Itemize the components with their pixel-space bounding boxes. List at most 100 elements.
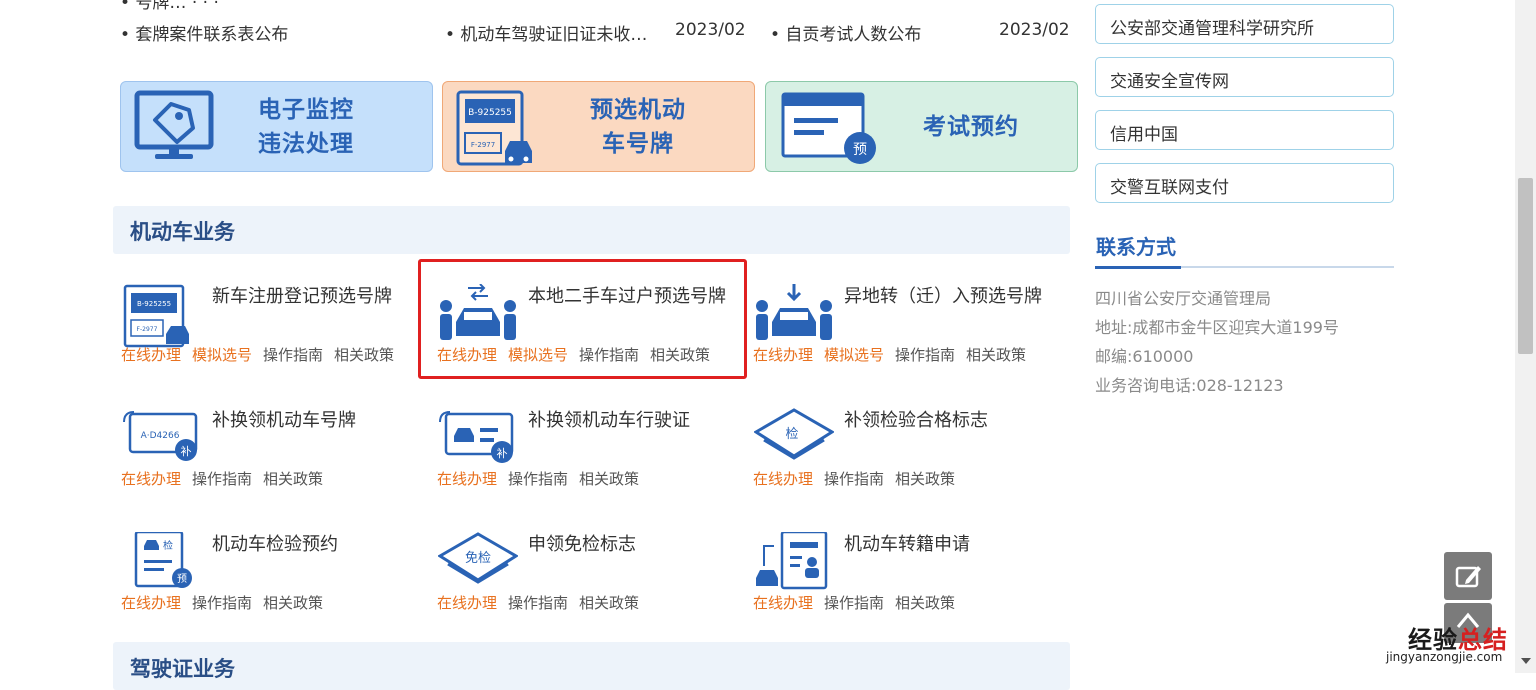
online-handle-link[interactable]: 在线办理 bbox=[753, 594, 813, 612]
contact-phone: 业务咨询电话:028-12123 bbox=[1095, 376, 1284, 395]
banner-title-line: 预选机动 bbox=[590, 97, 686, 123]
sidebar-link[interactable]: 交通安全宣传网 bbox=[1095, 57, 1394, 97]
scrollbar-thumb[interactable] bbox=[1518, 178, 1533, 354]
service-links: 在线办理 操作指南 相关政策 bbox=[121, 468, 334, 489]
service-title[interactable]: 申领免检标志 bbox=[528, 532, 728, 558]
online-handle-link[interactable]: 在线办理 bbox=[753, 470, 813, 488]
service-title[interactable]: 异地转（迁）入预选号牌 bbox=[844, 284, 1044, 310]
document-reserve-icon: 预 bbox=[781, 92, 876, 164]
service-exempt-mark: 免检 申领免检标志 在线办理 操作指南 相关政策 bbox=[433, 532, 753, 642]
news-date: 2023/02 bbox=[999, 20, 1070, 40]
policy-link[interactable]: 相关政策 bbox=[579, 594, 639, 612]
guide-link[interactable]: 操作指南 bbox=[192, 594, 252, 612]
policy-link[interactable]: 相关政策 bbox=[263, 594, 323, 612]
feedback-button[interactable] bbox=[1444, 552, 1492, 600]
online-handle-link[interactable]: 在线办理 bbox=[121, 470, 181, 488]
banner-exam-reservation[interactable]: 预 考试预约 bbox=[765, 81, 1078, 172]
online-handle-link[interactable]: 在线办理 bbox=[437, 470, 497, 488]
service-title[interactable]: 补领检验合格标志 bbox=[844, 408, 1044, 434]
contact-address: 地址:成都市金牛区迎宾大道199号 bbox=[1095, 318, 1339, 337]
service-links: 在线办理 操作指南 相关政策 bbox=[753, 592, 966, 613]
guide-link[interactable]: 操作指南 bbox=[895, 346, 955, 364]
guide-link[interactable]: 操作指南 bbox=[824, 470, 884, 488]
online-handle-link[interactable]: 在线办理 bbox=[753, 346, 813, 364]
service-title[interactable]: 机动车转籍申请 bbox=[844, 532, 1044, 558]
highlight-box bbox=[418, 259, 747, 379]
plate-text: F-2977 bbox=[137, 326, 158, 333]
banner-title: 考试预约 bbox=[923, 114, 1019, 140]
sidebar-link[interactable]: 信用中国 bbox=[1095, 110, 1394, 150]
plate-text: B-925255 bbox=[137, 300, 171, 308]
guide-link[interactable]: 操作指南 bbox=[192, 470, 252, 488]
service-inspection-mark: 检 补领检验合格标志 在线办理 操作指南 相关政策 bbox=[749, 408, 1069, 518]
news-date: 2023/02 bbox=[675, 20, 746, 40]
service-links: 在线办理 操作指南 相关政策 bbox=[753, 468, 966, 489]
service-vehicle-transfer: 机动车转籍申请 在线办理 操作指南 相关政策 bbox=[749, 532, 1069, 642]
contact-org: 四川省公安厅交通管理局 bbox=[1095, 289, 1272, 308]
service-relocate-in: 异地转（迁）入预选号牌 在线办理 模拟选号 操作指南 相关政策 bbox=[749, 284, 1069, 394]
policy-link[interactable]: 相关政策 bbox=[579, 470, 639, 488]
banner-title-line: 违法处理 bbox=[258, 131, 354, 157]
section-head-vehicle: 机动车业务 bbox=[113, 206, 1070, 254]
badge-text: 免检 bbox=[465, 551, 491, 566]
banner-title: 电子监控 违法处理 bbox=[241, 93, 371, 161]
scroll-down-arrow-icon[interactable] bbox=[1521, 658, 1531, 664]
sidebar-link[interactable]: 公安部交通管理科学研究所 bbox=[1095, 4, 1394, 44]
watermark-url: jingyanzongjie.com bbox=[1386, 650, 1503, 664]
plate-text: F-2977 bbox=[471, 141, 495, 149]
service-links: 在线办理 操作指南 相关政策 bbox=[437, 592, 650, 613]
service-title[interactable]: 补换领机动车行驶证 bbox=[528, 408, 728, 434]
service-links: 在线办理 操作指南 相关政策 bbox=[121, 592, 334, 613]
simulate-select-link[interactable]: 模拟选号 bbox=[824, 346, 884, 364]
service-title[interactable]: 补换领机动车号牌 bbox=[212, 408, 412, 434]
plate-text: A·D4266 bbox=[141, 431, 180, 441]
online-handle-link[interactable]: 在线办理 bbox=[437, 594, 497, 612]
policy-link[interactable]: 相关政策 bbox=[334, 346, 394, 364]
service-inspection-reservation: 检 预 机动车检验预约 在线办理 操作指南 相关政策 bbox=[117, 532, 437, 642]
simulate-select-link[interactable]: 模拟选号 bbox=[192, 346, 252, 364]
guide-link[interactable]: 操作指南 bbox=[824, 594, 884, 612]
banner-title: 预选机动 车号牌 bbox=[578, 93, 698, 161]
badge-text: 预 bbox=[853, 142, 867, 158]
contact-postcode: 邮编:610000 bbox=[1095, 347, 1194, 366]
banner-title-line: 电子监控 bbox=[258, 97, 354, 123]
news-item[interactable]: • 机动车驾驶证旧证未收… bbox=[445, 20, 647, 45]
service-links: 在线办理 模拟选号 操作指南 相关政策 bbox=[753, 344, 1037, 365]
page-scrollbar[interactable] bbox=[1515, 0, 1536, 673]
badge-text: 检 bbox=[785, 427, 798, 442]
plate-text: B-925255 bbox=[468, 108, 512, 118]
section-head-driver-license: 驾驶证业务 bbox=[113, 642, 1070, 690]
badge-text: 补 bbox=[181, 445, 192, 458]
section-title: 驾驶证业务 bbox=[130, 657, 235, 681]
news-item[interactable]: • 自贡考试人数公布 bbox=[770, 20, 921, 45]
sidebar-link[interactable]: 交警互联网支付 bbox=[1095, 163, 1394, 203]
banner-preselect-plate[interactable]: B-925255 F-2977 预选机动 车号牌 bbox=[442, 81, 755, 172]
contact-divider-accent bbox=[1095, 266, 1181, 269]
service-title[interactable]: 机动车检验预约 bbox=[212, 532, 412, 558]
online-handle-link[interactable]: 在线办理 bbox=[121, 346, 181, 364]
badge-text: 补 bbox=[497, 447, 508, 460]
service-title[interactable]: 新车注册登记预选号牌 bbox=[212, 284, 412, 310]
edit-icon bbox=[1455, 566, 1481, 588]
license-plate-car-icon: B-925255 F-2977 bbox=[456, 90, 532, 166]
guide-link[interactable]: 操作指南 bbox=[508, 594, 568, 612]
news-list: • 号牌… · · · • 套牌案件联系表公布 • 机动车驾驶证旧证未收… 20… bbox=[0, 0, 1080, 60]
banner-electronic-monitoring[interactable]: 电子监控 违法处理 bbox=[120, 81, 433, 172]
policy-link[interactable]: 相关政策 bbox=[895, 594, 955, 612]
site-watermark: 经验总结 jingyanzongjie.com bbox=[1384, 620, 1514, 670]
guide-link[interactable]: 操作指南 bbox=[263, 346, 323, 364]
policy-link[interactable]: 相关政策 bbox=[895, 470, 955, 488]
news-item[interactable]: • 套牌案件联系表公布 bbox=[120, 20, 288, 45]
guide-link[interactable]: 操作指南 bbox=[508, 470, 568, 488]
contact-title: 联系方式 bbox=[1096, 235, 1176, 259]
policy-link[interactable]: 相关政策 bbox=[966, 346, 1026, 364]
service-replace-plate: A·D4266 补 补换领机动车号牌 在线办理 操作指南 相关政策 bbox=[117, 408, 437, 518]
online-handle-link[interactable]: 在线办理 bbox=[121, 594, 181, 612]
news-item-truncated[interactable]: • 号牌… · · · bbox=[120, 0, 219, 13]
policy-link[interactable]: 相关政策 bbox=[263, 470, 323, 488]
badge-text: 预 bbox=[177, 573, 187, 585]
badge-text: 检 bbox=[163, 539, 173, 552]
service-links: 在线办理 模拟选号 操作指南 相关政策 bbox=[121, 344, 405, 365]
banner-title-line: 车号牌 bbox=[602, 131, 674, 157]
service-links: 在线办理 操作指南 相关政策 bbox=[437, 468, 650, 489]
